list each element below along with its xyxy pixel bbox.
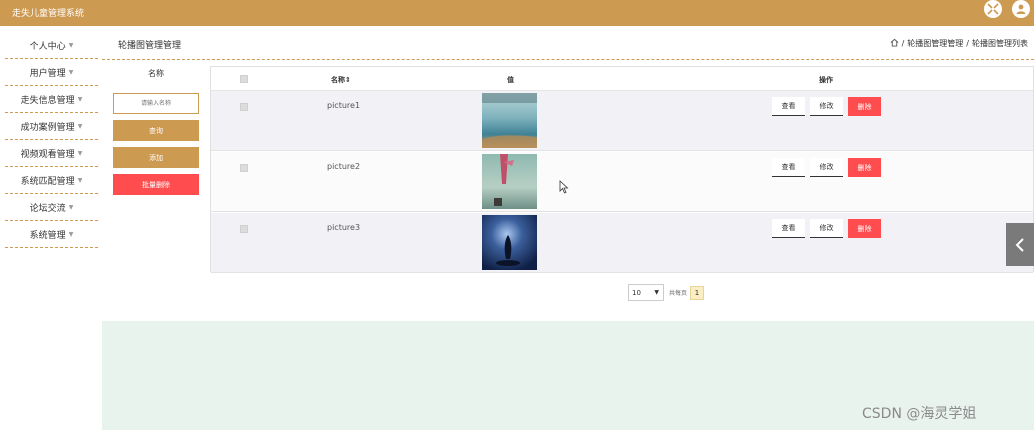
sidebar-item-missing-info[interactable]: 走失信息管理 ▼ xyxy=(5,86,98,113)
sidebar-item-label: 用户管理 xyxy=(29,68,66,79)
chevron-down-icon: ▼ xyxy=(77,95,83,103)
batch-delete-button[interactable]: 批量删除 xyxy=(113,174,199,195)
thumbnail-image xyxy=(482,154,537,209)
user-icon[interactable] xyxy=(1012,0,1030,18)
breadcrumb-separator: / xyxy=(966,39,969,48)
sidebar-item-label: 视频观看管理 xyxy=(20,149,75,160)
delete-button[interactable]: 删除 xyxy=(848,219,881,238)
pagination: 10 ▼ 共每页 1 xyxy=(628,284,705,301)
page-total-text: 共每页 xyxy=(669,290,688,297)
home-icon[interactable] xyxy=(890,38,899,49)
app-title: 走失儿童管理系统 xyxy=(12,9,85,19)
chevron-down-icon: ▼ xyxy=(77,149,83,157)
column-header-actions: 操作 xyxy=(819,76,833,84)
table-row: picture1 查看 修改 删除 xyxy=(211,91,1033,151)
edit-button[interactable]: 修改 xyxy=(810,219,843,238)
column-header-name[interactable]: 名称⇕ xyxy=(331,75,351,85)
chevron-down-icon: ▼ xyxy=(68,230,74,238)
select-all-checkbox[interactable] xyxy=(240,75,248,83)
sidebar-item-label: 个人中心 xyxy=(29,41,66,52)
row-checkbox[interactable] xyxy=(240,164,248,172)
table-row: picture3 查看 修改 删除 xyxy=(211,213,1033,273)
cell-name: picture1 xyxy=(327,101,361,110)
side-panel-toggle[interactable] xyxy=(1006,223,1034,266)
row-checkbox[interactable] xyxy=(240,103,248,111)
name-search-input[interactable] xyxy=(113,93,199,114)
mouse-cursor-icon xyxy=(559,180,569,194)
search-label: 名称 xyxy=(148,69,164,78)
top-bar: 走失儿童管理系统 xyxy=(0,0,1034,26)
sidebar-item-matching[interactable]: 系统匹配管理 ▼ xyxy=(5,167,98,194)
add-button[interactable]: 添加 xyxy=(113,147,199,168)
chevron-down-icon: ▼ xyxy=(68,68,74,76)
fullscreen-icon[interactable] xyxy=(984,0,1002,18)
sidebar-item-personal-center[interactable]: 个人中心 ▼ xyxy=(5,32,98,59)
breadcrumb-item-current: 轮播图管理列表 xyxy=(972,39,1028,48)
view-button[interactable]: 查看 xyxy=(772,158,805,177)
cell-name: picture3 xyxy=(327,223,361,232)
chevron-down-icon: ▼ xyxy=(77,176,83,184)
sidebar-item-label: 系统管理 xyxy=(29,230,66,241)
dropdown-arrow-icon: ▼ xyxy=(654,289,659,296)
breadcrumb-separator: / xyxy=(901,39,905,48)
sidebar-item-video[interactable]: 视频观看管理 ▼ xyxy=(5,140,98,167)
table-header: 名称⇕ 值 操作 xyxy=(211,67,1033,91)
breadcrumb: / 轮播图管理管理 / 轮播图管理列表 xyxy=(890,38,1028,49)
sidebar-item-forum[interactable]: 论坛交流 ▼ xyxy=(5,194,98,221)
chevron-down-icon: ▼ xyxy=(68,41,74,49)
sidebar-item-label: 论坛交流 xyxy=(29,203,66,214)
view-button[interactable]: 查看 xyxy=(772,97,805,116)
search-button[interactable]: 查询 xyxy=(113,120,199,141)
page-size-value: 10 xyxy=(632,288,641,297)
breadcrumb-item[interactable]: 轮播图管理管理 xyxy=(907,38,963,49)
search-panel: 名称 查询 添加 批量删除 xyxy=(113,68,199,195)
chevron-down-icon: ▼ xyxy=(77,122,83,130)
view-button[interactable]: 查看 xyxy=(772,219,805,238)
page-size-select[interactable]: 10 ▼ xyxy=(628,284,664,301)
sidebar-item-label: 成功案例管理 xyxy=(20,122,75,133)
thumbnail-image xyxy=(482,93,537,148)
edit-button[interactable]: 修改 xyxy=(810,97,843,116)
page-header: 轮播图管理管理 / 轮播图管理管理 / 轮播图管理列表 xyxy=(102,26,1034,60)
delete-button[interactable]: 删除 xyxy=(848,158,881,177)
data-table: 名称⇕ 值 操作 picture1 查看 修改 删除 picture2 查看 修… xyxy=(210,66,1034,273)
table-row: picture2 查看 修改 删除 xyxy=(211,152,1033,212)
chevron-left-icon xyxy=(1015,237,1024,252)
thumbnail-image xyxy=(482,215,537,270)
delete-button[interactable]: 删除 xyxy=(848,97,881,116)
sidebar-item-system[interactable]: 系统管理 ▼ xyxy=(5,221,98,248)
page-title: 轮播图管理管理 xyxy=(118,41,182,51)
chevron-down-icon: ▼ xyxy=(68,203,74,211)
column-header-value: 值 xyxy=(507,76,514,84)
sidebar-item-label: 系统匹配管理 xyxy=(20,176,75,187)
page-number-current[interactable]: 1 xyxy=(690,285,705,300)
cell-name: picture2 xyxy=(327,162,361,171)
sidebar-item-users[interactable]: 用户管理 ▼ xyxy=(5,59,98,86)
row-checkbox[interactable] xyxy=(240,225,248,233)
sidebar: 个人中心 ▼ 用户管理 ▼ 走失信息管理 ▼ 成功案例管理 ▼ 视频观看管理 ▼ 系统匹配… xyxy=(5,32,98,248)
sidebar-item-label: 走失信息管理 xyxy=(20,95,75,106)
sidebar-item-success-cases[interactable]: 成功案例管理 ▼ xyxy=(5,113,98,140)
edit-button[interactable]: 修改 xyxy=(810,158,843,177)
watermark-text: CSDN @海灵学姐 xyxy=(862,406,977,422)
